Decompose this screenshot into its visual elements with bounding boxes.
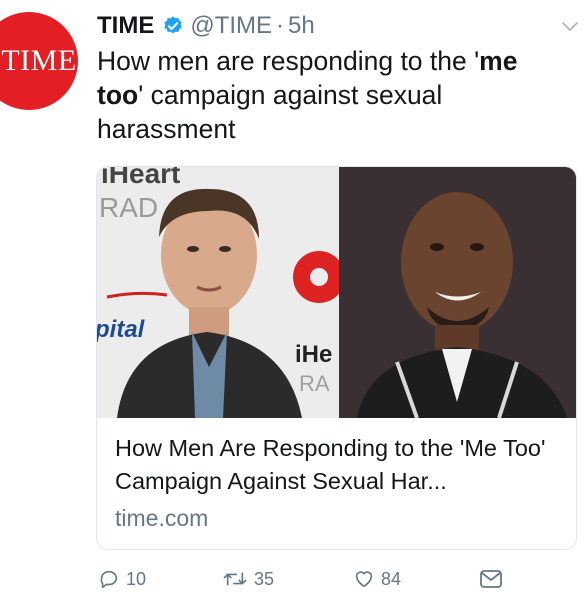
card-title[interactable]: How Men Are Responding to the 'Me Too' C… <box>115 432 567 498</box>
verified-badge-icon <box>162 15 184 37</box>
backdrop-text: RAD <box>99 192 158 223</box>
envelope-icon <box>480 570 502 588</box>
tweet-header: TIME @TIME · 5h <box>97 10 315 42</box>
reply-button[interactable]: 10 <box>98 562 146 596</box>
card-domain[interactable]: time.com <box>115 505 208 532</box>
backdrop-text: pital <box>97 316 146 343</box>
heart-icon <box>355 571 373 588</box>
retweet-icon <box>223 572 247 586</box>
tweet-timestamp[interactable]: 5h <box>288 12 315 40</box>
reply-icon <box>100 570 118 589</box>
direct-message-button[interactable] <box>479 562 509 596</box>
card-image[interactable]: iHeart RAD pital iHe RA <box>97 167 577 418</box>
tweet-text-part: How men are responding to the ' <box>97 46 480 76</box>
backdrop-text: RA <box>299 371 330 396</box>
like-count: 84 <box>381 568 402 589</box>
tweet-actions: 10 35 84 <box>0 562 584 596</box>
link-card[interactable]: iHeart RAD pital iHe RA How Men Are Resp… <box>96 166 577 550</box>
retweet-count: 35 <box>254 568 275 589</box>
author-handle[interactable]: @TIME <box>190 12 272 40</box>
author-name[interactable]: TIME <box>97 12 154 40</box>
retweet-button[interactable]: 35 <box>222 562 274 596</box>
tweet-text: How men are responding to the 'me too' c… <box>97 44 567 146</box>
backdrop-text: iHeart <box>101 167 180 189</box>
like-button[interactable]: 84 <box>353 562 401 596</box>
avatar-logo-text: TIME <box>1 44 77 77</box>
chevron-down-icon[interactable] <box>560 16 580 36</box>
tweet-text-part: ' campaign against sexual harassment <box>97 80 443 144</box>
avatar[interactable]: TIME <box>0 12 78 110</box>
separator-dot: · <box>276 12 285 39</box>
reply-count: 10 <box>126 568 147 589</box>
backdrop-text: iHe <box>295 341 332 368</box>
